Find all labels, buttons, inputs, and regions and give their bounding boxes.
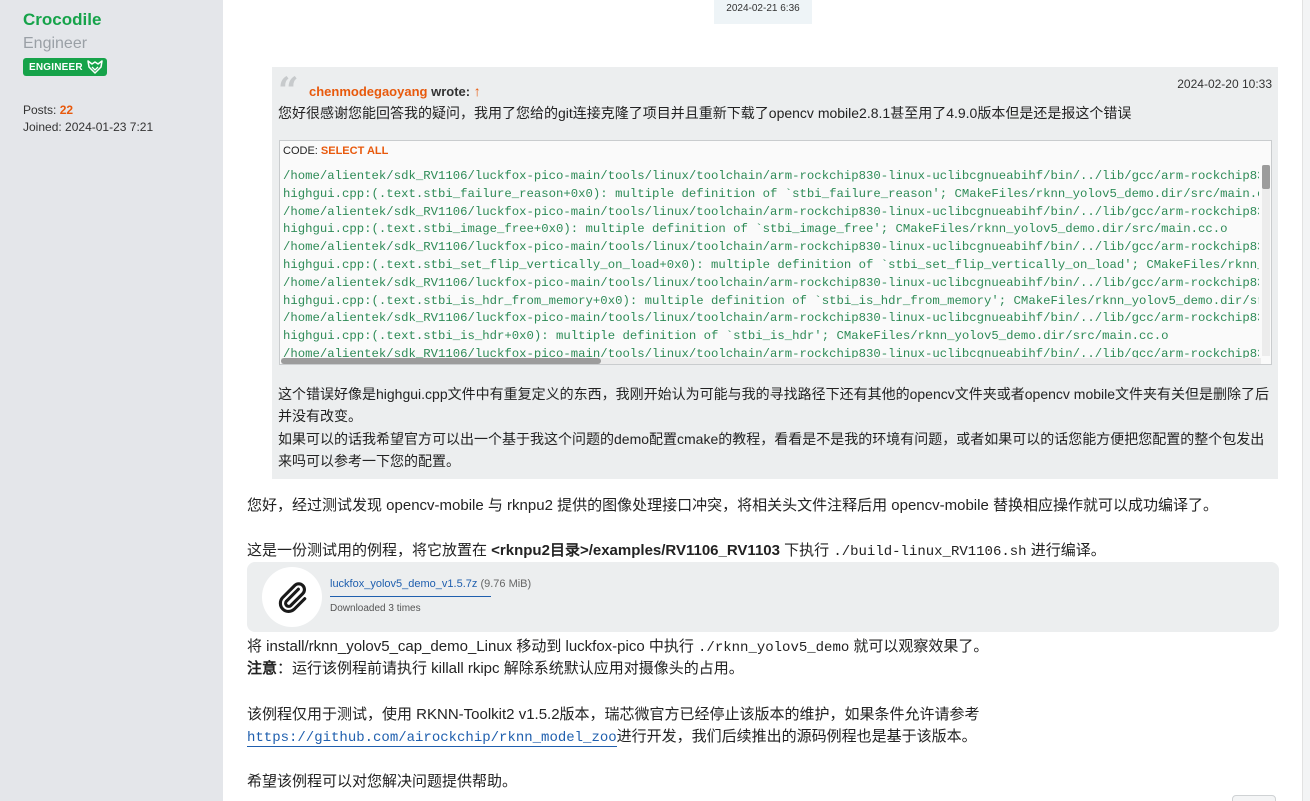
- code-body[interactable]: /home/alientek/sdk_RV1106/luckfox-pico-m…: [283, 168, 1259, 359]
- quote-author-name[interactable]: chenmodegaoyang: [309, 84, 427, 99]
- quote-author: chenmodegaoyang wrote: ↑: [309, 83, 481, 99]
- quote-paragraph: 如果可以的话我希望官方可以出一个基于我这个问题的demo配置cmake的教程，看…: [278, 431, 1265, 469]
- author-username[interactable]: Crocodile: [23, 10, 223, 30]
- attachment-downloads: Downloaded 3 times: [330, 603, 421, 614]
- post-date: 2024-02-21 6:36: [714, 0, 812, 24]
- code-line: /home/alientek/sdk_RV1106/luckfox-pico-m…: [283, 240, 1259, 255]
- posts-row: Posts: 22: [23, 102, 223, 119]
- forum-post-page: Crocodile Engineer ENGINEER Posts: 22 Jo…: [0, 0, 1310, 801]
- joined-row: Joined: 2024-01-23 7:21: [23, 119, 223, 136]
- reply-closing: 希望该例程可以对您解决问题提供帮助。: [247, 773, 518, 790]
- code-horizontal-scrollbar[interactable]: [281, 358, 1261, 364]
- posts-label: Posts:: [23, 103, 57, 117]
- reply-paragraph: 将 install/rknn_yolov5_cap_demo_Linux 移动到…: [247, 636, 1277, 660]
- reply-text: 进行编译。: [1026, 542, 1106, 559]
- post-action-button[interactable]: [1232, 795, 1276, 801]
- attachment-divider: [330, 596, 491, 597]
- code-line: highgui.cpp:(.text.stbi_image_free+0x0):…: [283, 222, 1228, 237]
- arrow-up-icon[interactable]: ↑: [474, 83, 481, 99]
- code-horizontal-scroll-thumb[interactable]: [281, 358, 601, 364]
- quote-text-intro: 您好很感谢您能回答我的疑问，我用了您给的git连接克隆了项目并且重新下载了ope…: [278, 105, 1132, 121]
- attachment-link[interactable]: luckfox_yolov5_demo_v1.5.7z: [330, 578, 477, 590]
- code-line: /home/alientek/sdk_RV1106/luckfox-pico-m…: [283, 275, 1259, 290]
- quote-paragraph: 这个错误好像是highgui.cpp文件中有重复定义的东西，我刚开始认为可能与我…: [278, 386, 1270, 424]
- code-line: highgui.cpp:(.text.stbi_failure_reason+0…: [283, 186, 1259, 201]
- reply-note: 注意：运行该例程前请执行 killall rkipc 解除系统默认应用对摄像头的…: [247, 658, 1277, 680]
- rank-badge: ENGINEER: [23, 58, 107, 76]
- quote-date: 2024-02-20 10:33: [1177, 77, 1272, 91]
- attachment-card: luckfox_yolov5_demo_v1.5.7z (9.76 MiB) D…: [247, 562, 1279, 632]
- page-scrollbar[interactable]: [1302, 0, 1310, 801]
- reply-paragraph: 该例程仅用于测试，使用 RKNN-Toolkit2 v1.5.2版本，瑞芯微官方…: [247, 706, 980, 723]
- reply-text: 将 install/rknn_yolov5_cap_demo_Linux 移动到…: [247, 638, 699, 655]
- quote-block: “ chenmodegaoyang wrote: ↑ 2024-02-20 10…: [272, 67, 1278, 479]
- quote-wrote-label: wrote:: [431, 84, 471, 99]
- code-block: CODE: SELECT ALL /home/alientek/sdk_RV11…: [279, 140, 1272, 365]
- run-command: ./rknn_yolov5_demo: [698, 640, 850, 656]
- reply-text: 进行开发，我们后续推出的源码例程也是基于该版本。: [616, 728, 977, 745]
- reply-text: 就可以观察效果了。: [849, 638, 989, 655]
- code-line: /home/alientek/sdk_RV1106/luckfox-pico-m…: [283, 311, 1259, 326]
- paperclip-svg: [278, 582, 307, 613]
- code-label: CODE:: [283, 145, 318, 157]
- author-profile: Crocodile Engineer ENGINEER Posts: 22 Jo…: [0, 0, 223, 801]
- code-line: highgui.cpp:(.text.stbi_is_hdr_from_memo…: [283, 293, 1259, 308]
- joined-label: Joined:: [23, 120, 62, 134]
- reply-text: 下执行: [779, 542, 834, 559]
- code-line: /home/alientek/sdk_RV1106/luckfox-pico-m…: [283, 169, 1259, 183]
- author-stats: Posts: 22 Joined: 2024-01-23 7:21: [23, 102, 223, 136]
- reply-paragraph: 这是一份测试用的例程，将它放置在 <rknpu2目录>/examples/RV1…: [247, 540, 1277, 564]
- rknn-model-zoo-link[interactable]: https://github.com/airockchip/rknn_model…: [247, 730, 617, 747]
- select-all-link[interactable]: SELECT ALL: [321, 145, 388, 157]
- code-vertical-scrollbar[interactable]: [1262, 165, 1270, 356]
- code-line: /home/alientek/sdk_RV1106/luckfox-pico-m…: [283, 204, 1259, 219]
- fox-icon: [87, 60, 103, 74]
- author-rank: Engineer: [23, 35, 88, 52]
- attachment-file: luckfox_yolov5_demo_v1.5.7z (9.76 MiB): [330, 578, 531, 590]
- rank-badge-label: ENGINEER: [29, 61, 83, 73]
- reply-text: 这是一份测试用的例程，将它放置在: [247, 542, 492, 559]
- paperclip-icon: [262, 567, 322, 627]
- note-text: ：运行该例程前请执行 killall rkipc 解除系统默认应用对摄像头的占用…: [277, 660, 744, 677]
- code-vertical-scroll-thumb[interactable]: [1262, 165, 1270, 189]
- code-line: highgui.cpp:(.text.stbi_is_hdr+0x0): mul…: [283, 329, 1169, 344]
- reply-paragraph: https://github.com/airockchip/rknn_model…: [247, 726, 1277, 750]
- attachment-size: (9.76 MiB): [480, 578, 532, 590]
- posts-count[interactable]: 22: [60, 103, 73, 117]
- reply-path: <rknpu2目录>/examples/RV1106_RV1103: [491, 542, 780, 559]
- code-line: highgui.cpp:(.text.stbi_set_flip_vertica…: [283, 257, 1259, 272]
- code-header: CODE: SELECT ALL: [280, 141, 1271, 163]
- note-label: 注意: [247, 660, 278, 677]
- build-command: ./build-linux_RV1106.sh: [833, 544, 1027, 560]
- reply-paragraph: 您好，经过测试发现 opencv-mobile 与 rknpu2 提供的图像处理…: [247, 497, 1218, 514]
- joined-date: 2024-01-23 7:21: [65, 120, 154, 134]
